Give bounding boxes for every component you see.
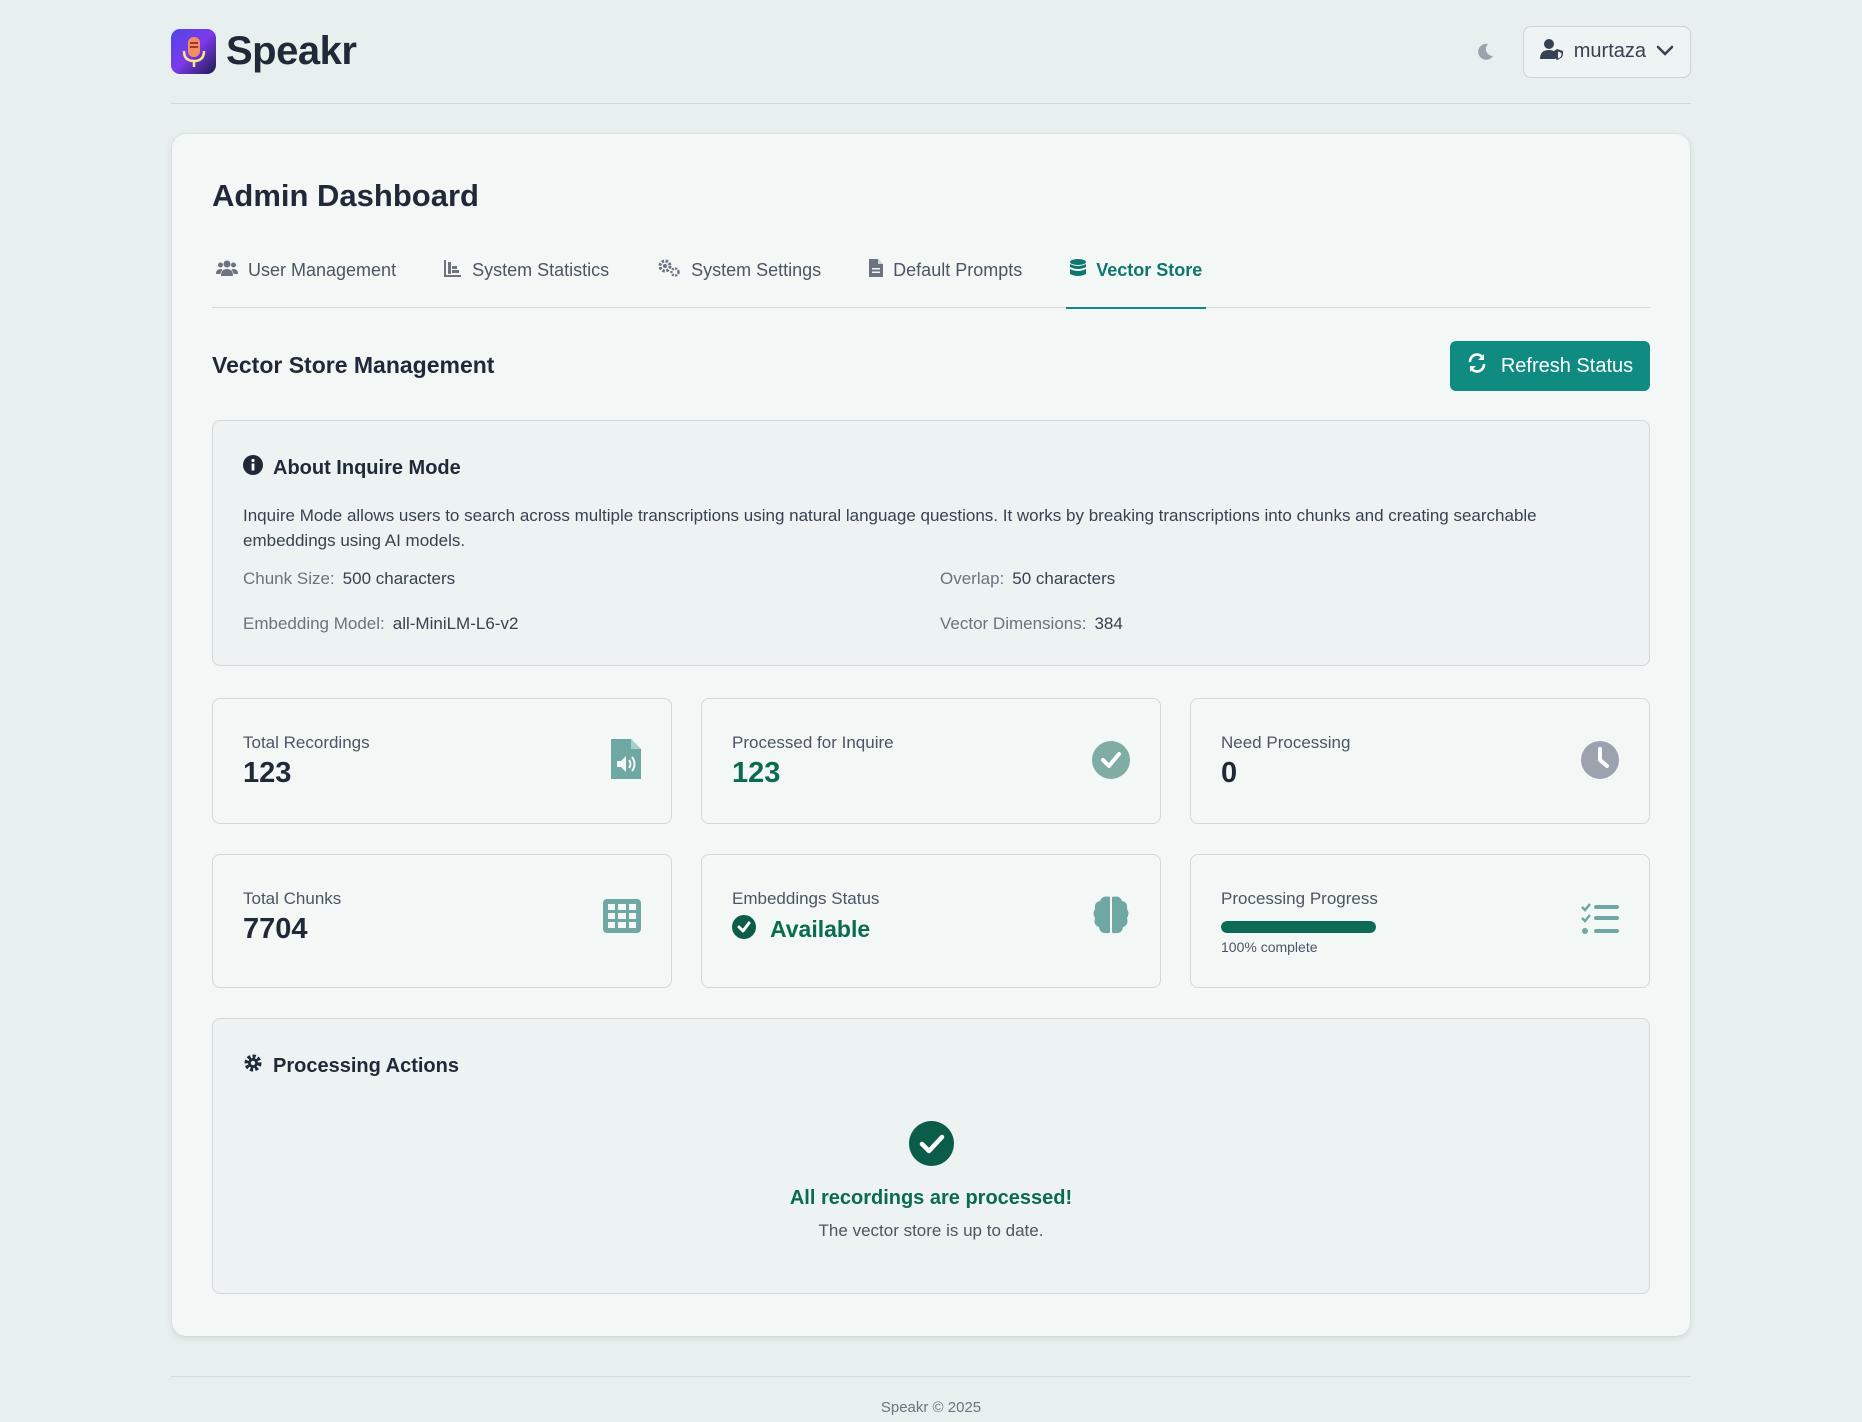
footer: Speakr © 2025: [171, 1376, 1691, 1416]
overlap-value: 50 characters: [1012, 569, 1116, 588]
processing-actions-title: Processing Actions: [273, 1054, 459, 1077]
about-description: Inquire Mode allows users to search acro…: [243, 506, 1537, 550]
vector-dimensions-value: 384: [1094, 614, 1123, 633]
all-processed-message: All recordings are processed!: [789, 1187, 1073, 1209]
about-heading: About Inquire Mode: [243, 455, 461, 481]
progress-bar-fill: [1221, 921, 1376, 933]
tab-label: User Management: [248, 259, 397, 280]
embedding-model-value: all-MiniLM-L6-v2: [392, 614, 519, 633]
brain-icon: [1092, 895, 1130, 935]
tab-label: Default Prompts: [893, 259, 1023, 280]
tab-system-settings[interactable]: System Settings: [653, 232, 825, 308]
chevron-down-icon: [1656, 40, 1674, 63]
admin-tabs: User Management System Statistics System…: [212, 232, 1650, 309]
moon-icon[interactable]: [1471, 38, 1499, 66]
stat-value: 123: [732, 757, 781, 789]
chunk-size-value: 500 characters: [342, 569, 456, 588]
database-icon: [1070, 258, 1087, 282]
cogs-icon: [657, 258, 681, 283]
vector-dimensions-row: Vector Dimensions: 384: [940, 614, 1123, 634]
chunk-size-row: Chunk Size: 500 characters: [243, 569, 455, 589]
app-header: Speakr murtaza: [171, 0, 1691, 104]
progress-text: 100% complete: [1221, 939, 1318, 955]
stat-label: Total Chunks: [243, 889, 342, 908]
app-name: Speakr: [226, 29, 357, 73]
stat-need-processing: Need Processing 0: [1190, 698, 1650, 824]
user-name: murtaza: [1573, 40, 1646, 62]
file-icon: [869, 258, 884, 282]
stat-label: Processing Progress: [1221, 889, 1378, 908]
stat-processing-progress: Processing Progress 100% complete: [1190, 854, 1650, 988]
microphone-icon: [171, 29, 216, 74]
about-title: About Inquire Mode: [273, 456, 461, 479]
stat-label: Need Processing: [1221, 733, 1351, 752]
embeddings-status-text: Available: [770, 916, 871, 942]
embedding-model-row: Embedding Model: all-MiniLM-L6-v2: [243, 614, 518, 634]
processing-actions-panel: Processing Actions All recordings are pr…: [212, 1018, 1650, 1294]
user-shield-icon: [1539, 38, 1564, 66]
processing-actions-heading: Processing Actions: [243, 1053, 459, 1079]
tasks-icon: [1581, 903, 1619, 935]
stat-processed-for-inquire: Processed for Inquire 123: [701, 698, 1161, 824]
embeddings-status-value: Available: [732, 915, 870, 944]
stat-label: Processed for Inquire: [732, 733, 894, 752]
footer-text: Speakr © 2025: [880, 1399, 982, 1416]
stat-value: 123: [243, 757, 292, 789]
tab-label: System Statistics: [472, 259, 610, 280]
file-audio-icon: [611, 739, 641, 779]
refresh-status-button[interactable]: Refresh Status: [1450, 341, 1650, 391]
tab-label: System Settings: [691, 259, 822, 280]
stat-value: 0: [1221, 757, 1238, 789]
clock-icon: [1581, 741, 1619, 779]
page-title: Admin Dashboard: [212, 178, 479, 213]
check-circle-icon: [732, 915, 756, 944]
admin-card: Admin Dashboard User Management System S…: [172, 134, 1690, 1336]
stat-value: 7704: [243, 913, 308, 945]
stat-label: Embeddings Status: [732, 889, 880, 908]
chart-bar-icon: [444, 259, 462, 282]
section-title: Vector Store Management: [212, 352, 495, 378]
tab-label: Vector Store: [1096, 259, 1203, 280]
info-circle-icon: [243, 455, 263, 481]
stat-embeddings-status: Embeddings Status Available: [701, 854, 1161, 988]
tab-vector-store[interactable]: Vector Store: [1066, 232, 1207, 309]
tab-default-prompts[interactable]: Default Prompts: [865, 232, 1026, 308]
stat-label: Total Recordings: [243, 733, 370, 752]
gear-icon: [243, 1053, 263, 1079]
up-to-date-message: The vector store is up to date.: [818, 1221, 1044, 1240]
brand[interactable]: Speakr: [171, 29, 357, 74]
progress-bar: [1221, 921, 1376, 933]
chunk-size-label: Chunk Size:: [243, 569, 335, 588]
sync-icon: [1467, 353, 1487, 379]
user-menu-button[interactable]: murtaza: [1522, 25, 1691, 78]
overlap-row: Overlap: 50 characters: [940, 569, 1115, 589]
refresh-label: Refresh Status: [1500, 354, 1634, 377]
users-icon: [216, 259, 238, 282]
tab-system-statistics[interactable]: System Statistics: [440, 232, 613, 308]
tab-user-management[interactable]: User Management: [212, 232, 400, 308]
check-circle-icon: [909, 1121, 954, 1166]
check-circle-icon: [1092, 741, 1130, 779]
stat-total-recordings: Total Recordings 123: [212, 698, 672, 824]
table-icon: [603, 899, 641, 933]
vector-dimensions-label: Vector Dimensions:: [940, 614, 1087, 633]
stat-total-chunks: Total Chunks 7704: [212, 854, 672, 988]
embedding-model-label: Embedding Model:: [243, 614, 385, 633]
overlap-label: Overlap:: [940, 569, 1005, 588]
about-inquire-panel: About Inquire Mode Inquire Mode allows u…: [212, 420, 1650, 666]
